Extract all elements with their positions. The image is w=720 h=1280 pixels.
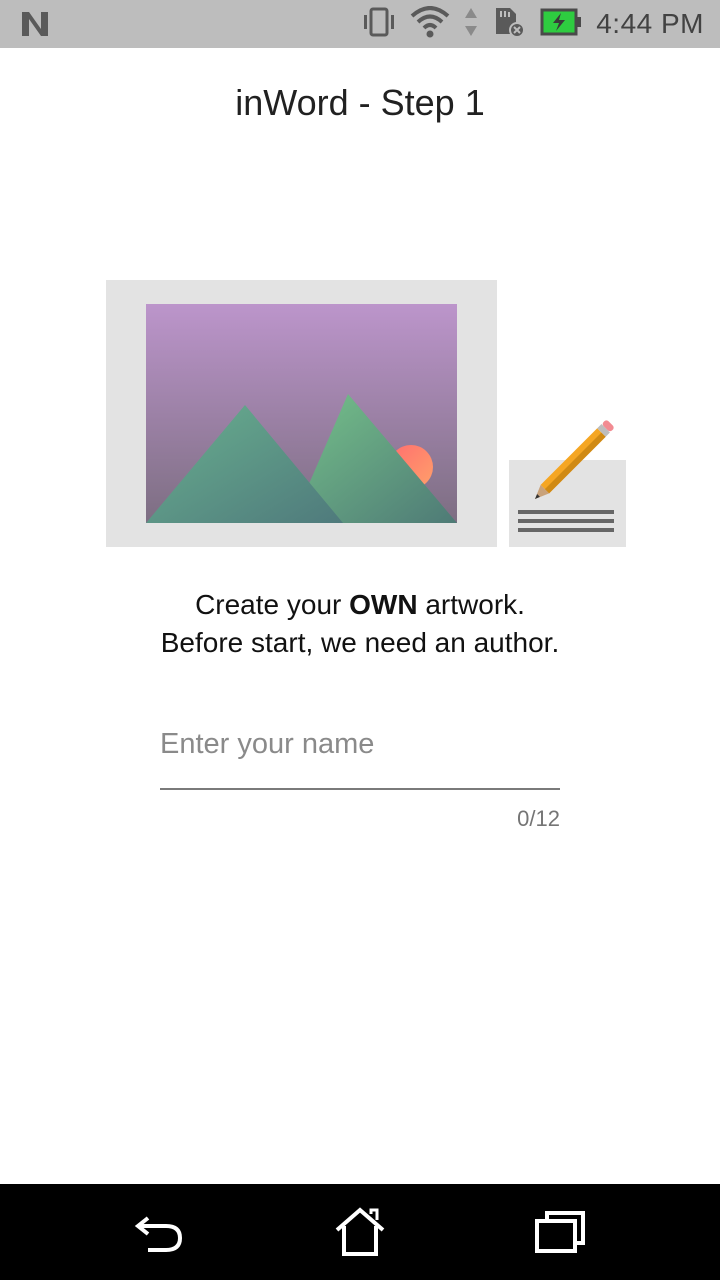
recents-button[interactable] [500, 1184, 620, 1280]
name-input[interactable] [160, 700, 560, 790]
text-lines-icon [518, 510, 614, 532]
recents-icon [535, 1211, 585, 1253]
message-line-1-suffix: artwork. [417, 589, 525, 620]
message-line-1: Create your OWN artwork. [0, 586, 720, 624]
landscape-image-icon [146, 304, 457, 523]
back-button[interactable] [100, 1184, 220, 1280]
status-time: 4:44 PM [596, 8, 704, 39]
message-emphasis: OWN [349, 589, 418, 620]
artwork-illustration [106, 280, 626, 548]
vibrate-icon [362, 7, 396, 42]
character-counter: 0/12 [517, 806, 560, 831]
sd-card-icon [492, 6, 526, 43]
home-button[interactable] [300, 1184, 420, 1280]
message-line-1-prefix: Create your [195, 589, 350, 620]
wifi-icon [410, 5, 450, 43]
intro-message: Create your OWN artwork. Before start, w… [0, 586, 720, 662]
back-icon [134, 1216, 183, 1252]
home-icon [335, 1207, 385, 1256]
data-arrows-icon [464, 6, 478, 43]
status-icons: 4:44 PM [362, 0, 704, 48]
notification-n-icon [20, 10, 50, 43]
pencil-icon [534, 420, 614, 500]
navigation-bar [0, 1184, 720, 1280]
battery-charging-icon [540, 8, 582, 41]
name-field-container [160, 700, 560, 792]
screen: 4:44 PM inWord - Step 1 Create your OWN … [0, 0, 720, 1280]
message-line-2: Before start, we need an author. [160, 627, 560, 658]
page-title: inWord - Step 1 [235, 82, 485, 123]
status-bar: 4:44 PM [0, 0, 720, 48]
